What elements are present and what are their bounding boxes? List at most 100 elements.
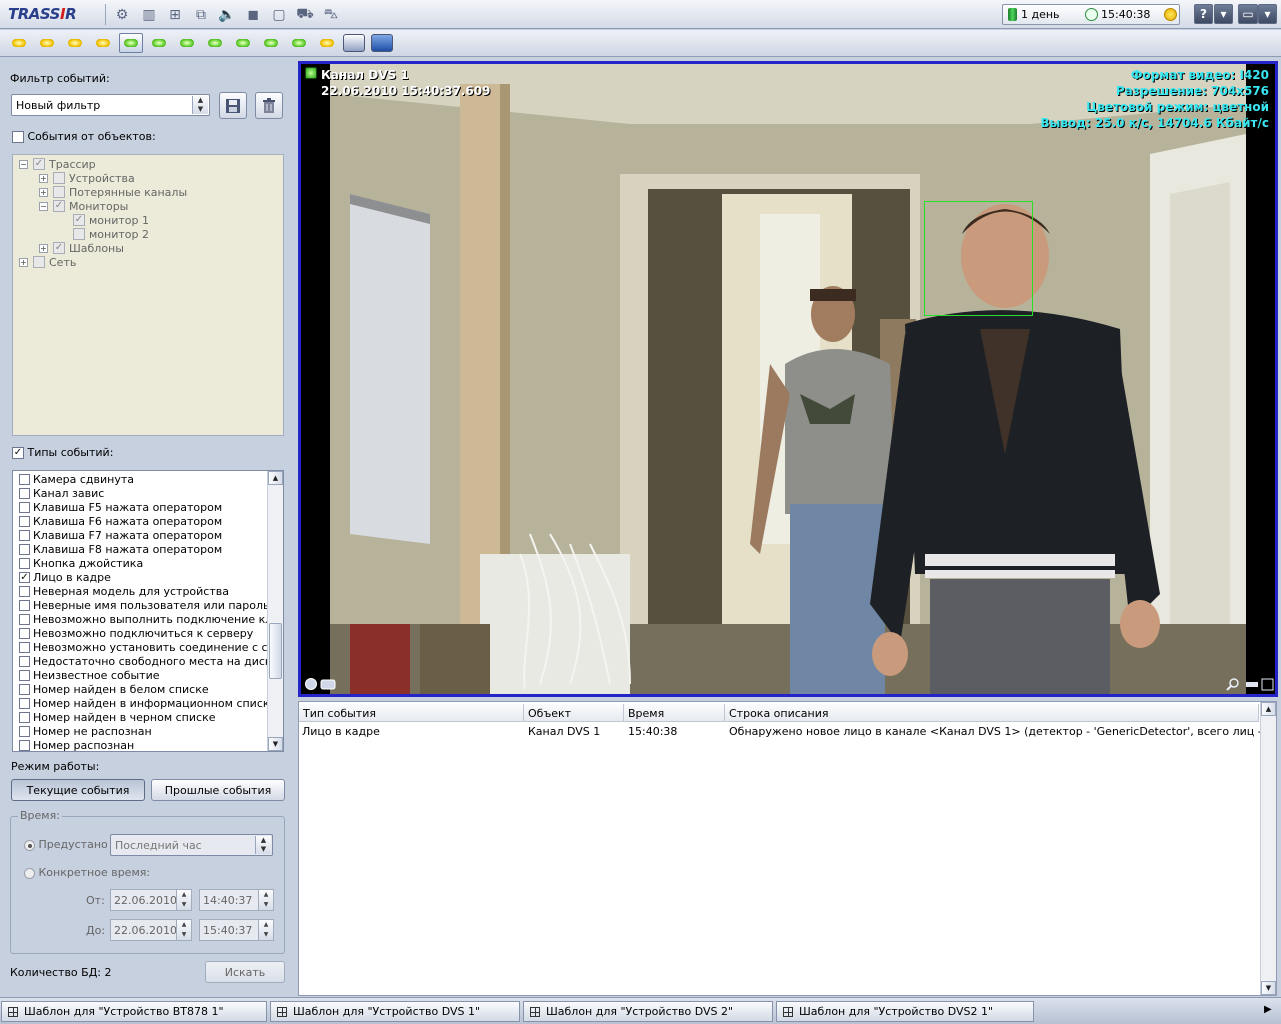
list-item-checkbox[interactable] (19, 473, 30, 485)
minimize-icon[interactable] (1246, 682, 1258, 687)
list-item-checkbox[interactable] (19, 599, 30, 611)
tree-checkbox[interactable] (53, 186, 65, 198)
collapse-icon[interactable]: − (19, 159, 28, 169)
save-filter-button[interactable] (219, 92, 247, 119)
search-button[interactable]: Искать (205, 961, 285, 983)
list-item[interactable]: Клавиша F6 нажата оператором (19, 514, 222, 528)
template-tab-dvs2-1[interactable]: Шаблон для "Устройство DVS2 1" (776, 1001, 1034, 1022)
tree-checkbox[interactable]: ✓ (53, 242, 65, 254)
list-item-checkbox[interactable] (19, 669, 30, 681)
tree-node-devices[interactable]: + Устройства (39, 171, 135, 185)
list-item[interactable]: Номер найден в информационном списке (19, 696, 276, 710)
list-item-checkbox[interactable] (19, 585, 30, 597)
list-item[interactable]: Номер найден в черном списке (19, 710, 215, 724)
list-item-checkbox[interactable] (19, 529, 30, 541)
layout-button-5-selected[interactable] (119, 33, 143, 53)
list-item-checkbox[interactable] (19, 487, 30, 499)
archive-layout-icon[interactable] (343, 34, 365, 52)
window-mode-button[interactable]: ▭ (1238, 4, 1258, 24)
filter-select[interactable]: Новый фильтр ▲ ▼ (11, 94, 210, 116)
list-item[interactable]: Камера сдвинута (19, 472, 134, 486)
column-header-description[interactable]: Строка описания (725, 704, 1259, 722)
template-tab-dvs2[interactable]: Шаблон для "Устройство DVS 2" (523, 1001, 773, 1022)
list-item[interactable]: Недостаточно свободного места на диске (19, 654, 278, 668)
bus-icon[interactable]: ⛍ (321, 5, 341, 24)
list-item-checkbox[interactable] (19, 515, 30, 527)
spin-arrows-icon[interactable]: ▲ ▼ (258, 920, 273, 940)
list-item[interactable]: Номер распознан (19, 738, 134, 751)
window-menu-button[interactable]: ▾ (1258, 4, 1277, 24)
template-tab-dvs1[interactable]: Шаблон для "Устройство DVS 1" (270, 1001, 520, 1022)
column-header-event-type[interactable]: Тип события (299, 704, 524, 722)
expand-icon[interactable]: + (39, 187, 48, 197)
tree-node-monitor-2[interactable]: монитор 2 (73, 227, 149, 241)
scroll-thumb[interactable] (269, 623, 282, 679)
expand-icon[interactable]: + (19, 257, 28, 267)
layout-button-9[interactable] (231, 33, 255, 53)
gear-icon[interactable]: ⚙ (112, 5, 132, 24)
layout-button-8[interactable] (203, 33, 227, 53)
square-icon[interactable]: ▢ (269, 5, 289, 24)
scroll-down-icon[interactable]: ▼ (1261, 981, 1276, 995)
list-item-checkbox[interactable] (19, 683, 30, 695)
zoom-icon[interactable] (1229, 678, 1239, 688)
column-header-object[interactable]: Объект (524, 704, 624, 722)
expand-icon[interactable]: + (39, 173, 48, 183)
objects-events-checkbox[interactable] (12, 131, 24, 143)
scroll-down-icon[interactable]: ▼ (268, 737, 283, 751)
tree-node-templates[interactable]: + ✓ Шаблоны (39, 241, 124, 255)
stop-icon[interactable]: ◼ (243, 5, 263, 24)
list-item[interactable]: Невозможно установить соединение с сер..… (19, 640, 283, 654)
list-item[interactable]: Неверные имя пользователя или пароль (19, 598, 270, 612)
tree-node-trassir[interactable]: − ✓ Трассир (19, 157, 96, 171)
preset-radio[interactable] (24, 839, 35, 851)
tree-node-monitor-1[interactable]: ✓ монитор 1 (73, 213, 149, 227)
from-date-input[interactable]: 22.06.2010 ▲ ▼ (110, 889, 192, 911)
column-header-time[interactable]: Время (624, 704, 725, 722)
tree-node-monitors[interactable]: − ✓ Мониторы (39, 199, 128, 213)
tree-node-lost-channels[interactable]: + Потерянные каналы (39, 185, 187, 199)
list-item-checkbox[interactable] (19, 655, 30, 667)
tree-checkbox[interactable]: ✓ (53, 200, 65, 212)
scroll-up-icon[interactable]: ▲ (1261, 702, 1276, 716)
speaker-icon[interactable]: 🔈 (217, 5, 237, 24)
delete-filter-button[interactable] (255, 92, 283, 119)
list-item[interactable]: ✓ Лицо в кадре (19, 570, 111, 584)
layout-button-3[interactable] (63, 33, 87, 53)
record-icon[interactable] (305, 678, 317, 690)
spin-arrows-icon[interactable]: ▲ ▼ (258, 890, 273, 910)
expand-icon[interactable]: + (39, 243, 48, 253)
event-types-checkbox[interactable]: ✓ (12, 447, 24, 459)
past-events-button[interactable]: Прошлые события (151, 779, 285, 801)
preset-select[interactable]: Последний час ▲ ▼ (110, 834, 273, 856)
car-icon[interactable]: ⛟ (295, 5, 315, 24)
to-date-input[interactable]: 22.06.2010 ▲ ▼ (110, 919, 192, 941)
tree-node-network[interactable]: + Сеть (19, 255, 76, 269)
event-types-list[interactable]: Камера сдвинута Канал завис Клавиша F5 н… (12, 470, 284, 752)
list-item[interactable]: Клавиша F8 нажата оператором (19, 542, 222, 556)
list-scrollbar[interactable]: ▲ ▼ (267, 471, 283, 751)
objects-events-toggle[interactable]: События от объектов: (12, 130, 156, 143)
tree-checkbox[interactable]: ✓ (33, 158, 45, 170)
video-channel-view[interactable]: Канал DVS 1 22.06.2010 15:40:37.609 Форм… (298, 61, 1278, 697)
list-item-checkbox[interactable] (19, 501, 30, 513)
list-item-checkbox[interactable]: ✓ (19, 571, 30, 583)
list-item[interactable]: Неизвестное событие (19, 668, 160, 682)
list-item-checkbox[interactable] (19, 711, 30, 723)
event-types-toggle[interactable]: ✓ Типы событий: (12, 446, 113, 459)
period-time-indicator[interactable]: 1 день 15:40:38 (1002, 4, 1180, 25)
tree-checkbox[interactable] (33, 256, 45, 268)
list-item-checkbox[interactable] (19, 557, 30, 569)
list-item[interactable]: Номер найден в белом списке (19, 682, 209, 696)
list-item[interactable]: Клавиша F5 нажата оператором (19, 500, 222, 514)
monitor-layout-icon[interactable] (371, 34, 393, 52)
scroll-up-icon[interactable]: ▲ (268, 471, 283, 485)
events-scrollbar[interactable]: ▲ ▼ (1260, 702, 1276, 995)
layout-button-6[interactable] (147, 33, 171, 53)
help-button[interactable]: ? (1194, 4, 1213, 24)
list-item[interactable]: Номер не распознан (19, 724, 152, 738)
list-item[interactable]: Клавиша F7 нажата оператором (19, 528, 222, 542)
list-item-checkbox[interactable] (19, 641, 30, 653)
list-item-checkbox[interactable] (19, 613, 30, 625)
concrete-radio[interactable] (24, 867, 35, 879)
